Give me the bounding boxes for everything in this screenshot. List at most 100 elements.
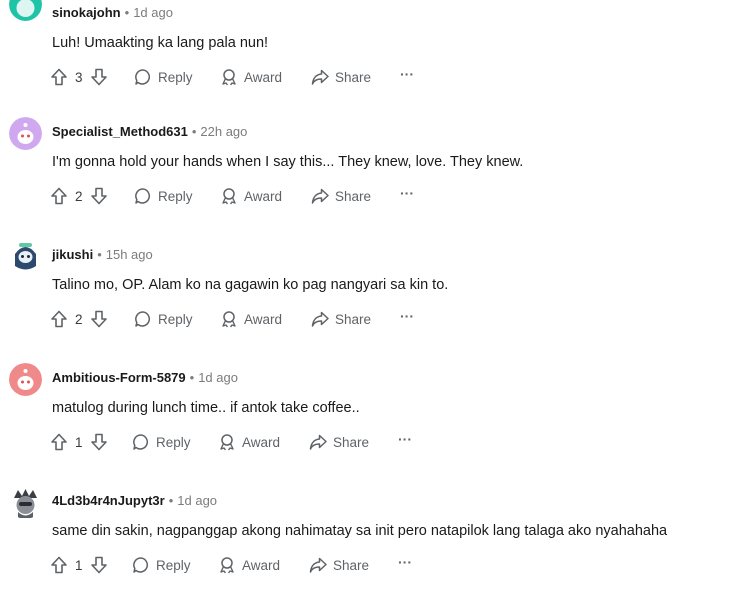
comment-actions: 2 Reply Award Share ··· bbox=[50, 305, 450, 335]
award-button[interactable]: Award bbox=[220, 182, 282, 210]
reply-label: Reply bbox=[156, 434, 191, 450]
vote-score: 1 bbox=[75, 557, 83, 573]
reply-button[interactable]: Reply bbox=[134, 305, 193, 333]
comment: Specialist_Method631 • 22h ago I'm gonna h… bbox=[0, 117, 750, 240]
comment-meta: sinokajohn • 1d ago bbox=[52, 5, 173, 20]
vote-controls: 3 bbox=[50, 63, 108, 91]
comment-actions: 1 Reply Award Share ··· bbox=[50, 551, 450, 581]
share-button[interactable]: Share bbox=[311, 182, 371, 210]
separator-dot: • bbox=[191, 124, 197, 139]
separator-dot: • bbox=[189, 370, 195, 385]
share-button[interactable]: Share bbox=[311, 305, 371, 333]
share-button[interactable]: Share bbox=[311, 63, 371, 91]
award-label: Award bbox=[244, 311, 283, 327]
more-options-button[interactable]: ··· bbox=[400, 63, 414, 91]
comment-icon bbox=[134, 310, 152, 328]
separator-dot: • bbox=[97, 247, 102, 262]
comment-icon bbox=[134, 68, 152, 86]
comment-meta: jikushi • 15h ago bbox=[52, 247, 153, 262]
share-icon bbox=[311, 310, 329, 328]
more-options-button[interactable]: ··· bbox=[400, 305, 414, 333]
upvote-icon[interactable] bbox=[50, 433, 68, 451]
reply-label: Reply bbox=[156, 557, 191, 573]
award-button[interactable]: Award bbox=[218, 551, 280, 579]
award-icon bbox=[220, 68, 238, 86]
vote-controls: 2 bbox=[50, 182, 108, 210]
avatar[interactable] bbox=[9, 117, 42, 150]
award-icon bbox=[218, 556, 236, 574]
share-button[interactable]: Share bbox=[309, 428, 369, 456]
award-label: Award bbox=[244, 188, 283, 204]
comment-actions: 1 Reply Award Share ··· bbox=[50, 428, 450, 458]
share-label: Share bbox=[335, 311, 372, 327]
reply-label: Reply bbox=[158, 69, 193, 85]
vote-score: 2 bbox=[75, 188, 83, 204]
more-icon: ··· bbox=[398, 431, 412, 447]
reply-label: Reply bbox=[158, 188, 193, 204]
timestamp[interactable]: 1d ago bbox=[177, 493, 217, 508]
comment-actions: 2 Reply Award Share ··· bbox=[50, 182, 450, 212]
upvote-icon[interactable] bbox=[50, 556, 68, 574]
award-icon bbox=[220, 187, 238, 205]
share-icon bbox=[309, 433, 327, 451]
timestamp[interactable]: 15h ago bbox=[106, 247, 153, 262]
vote-controls: 2 bbox=[50, 305, 108, 333]
more-icon: ··· bbox=[400, 66, 414, 82]
comment-meta: 4Ld3b4r4nJupyt3r • 1d ago bbox=[52, 493, 217, 508]
avatar[interactable] bbox=[9, 486, 42, 519]
author-name[interactable]: 4Ld3b4r4nJupyt3r bbox=[52, 493, 165, 508]
award-button[interactable]: Award bbox=[220, 63, 282, 91]
comment-text: Talino mo, OP. Alam ko na gagawin ko pag… bbox=[52, 277, 449, 293]
share-icon bbox=[311, 187, 329, 205]
author-name[interactable]: Specialist_Method631 bbox=[52, 124, 188, 139]
more-options-button[interactable]: ··· bbox=[398, 428, 412, 456]
reply-button[interactable]: Reply bbox=[132, 428, 191, 456]
downvote-icon[interactable] bbox=[90, 68, 108, 86]
award-label: Award bbox=[242, 557, 281, 573]
avatar[interactable] bbox=[9, 0, 42, 21]
reply-button[interactable]: Reply bbox=[132, 551, 191, 579]
timestamp[interactable]: 1d ago bbox=[133, 5, 173, 20]
comment-meta: Specialist_Method631 • 22h ago bbox=[52, 124, 247, 139]
avatar[interactable] bbox=[9, 363, 42, 396]
award-button[interactable]: Award bbox=[220, 305, 282, 333]
comment-text: I'm gonna hold your hands when I say thi… bbox=[52, 154, 524, 170]
comment-actions: 3 Reply Award Share ··· bbox=[50, 63, 450, 93]
reply-button[interactable]: Reply bbox=[134, 63, 193, 91]
comment-text: Luh! Umaakting ka lang pala nun! bbox=[52, 35, 269, 51]
vote-controls: 1 bbox=[50, 428, 108, 456]
avatar[interactable] bbox=[9, 240, 42, 273]
vote-controls: 1 bbox=[50, 551, 108, 579]
separator-dot: • bbox=[168, 493, 174, 508]
comment-meta: Ambitious-Form-5879 • 1d ago bbox=[52, 370, 238, 385]
more-options-button[interactable]: ··· bbox=[398, 551, 412, 579]
author-name[interactable]: jikushi bbox=[52, 247, 93, 262]
upvote-icon[interactable] bbox=[50, 310, 68, 328]
upvote-icon[interactable] bbox=[50, 68, 68, 86]
downvote-icon[interactable] bbox=[90, 556, 108, 574]
share-label: Share bbox=[335, 69, 372, 85]
share-label: Share bbox=[335, 188, 372, 204]
more-icon: ··· bbox=[400, 308, 414, 324]
share-label: Share bbox=[333, 557, 370, 573]
comment: sinokajohn • 1d ago Luh! Umaakting ka lang… bbox=[0, 0, 750, 121]
vote-score: 3 bbox=[75, 69, 83, 85]
comment-text: same din sakin, nagpanggap akong nahimat… bbox=[52, 523, 668, 539]
comment-text: matulog during lunch time.. if antok tak… bbox=[52, 400, 360, 416]
more-icon: ··· bbox=[398, 554, 412, 570]
downvote-icon[interactable] bbox=[90, 310, 108, 328]
award-button[interactable]: Award bbox=[218, 428, 280, 456]
downvote-icon[interactable] bbox=[90, 433, 108, 451]
comment: jikushi • 15h ago Talino mo, OP. Alam ko n… bbox=[0, 240, 750, 363]
downvote-icon[interactable] bbox=[90, 187, 108, 205]
timestamp[interactable]: 22h ago bbox=[200, 124, 247, 139]
author-name[interactable]: Ambitious-Form-5879 bbox=[52, 370, 186, 385]
reply-button[interactable]: Reply bbox=[134, 182, 193, 210]
comment-icon bbox=[132, 556, 150, 574]
upvote-icon[interactable] bbox=[50, 187, 68, 205]
timestamp[interactable]: 1d ago bbox=[198, 370, 238, 385]
share-button[interactable]: Share bbox=[309, 551, 369, 579]
vote-score: 1 bbox=[75, 434, 83, 450]
author-name[interactable]: sinokajohn bbox=[52, 5, 121, 20]
more-options-button[interactable]: ··· bbox=[400, 182, 414, 210]
